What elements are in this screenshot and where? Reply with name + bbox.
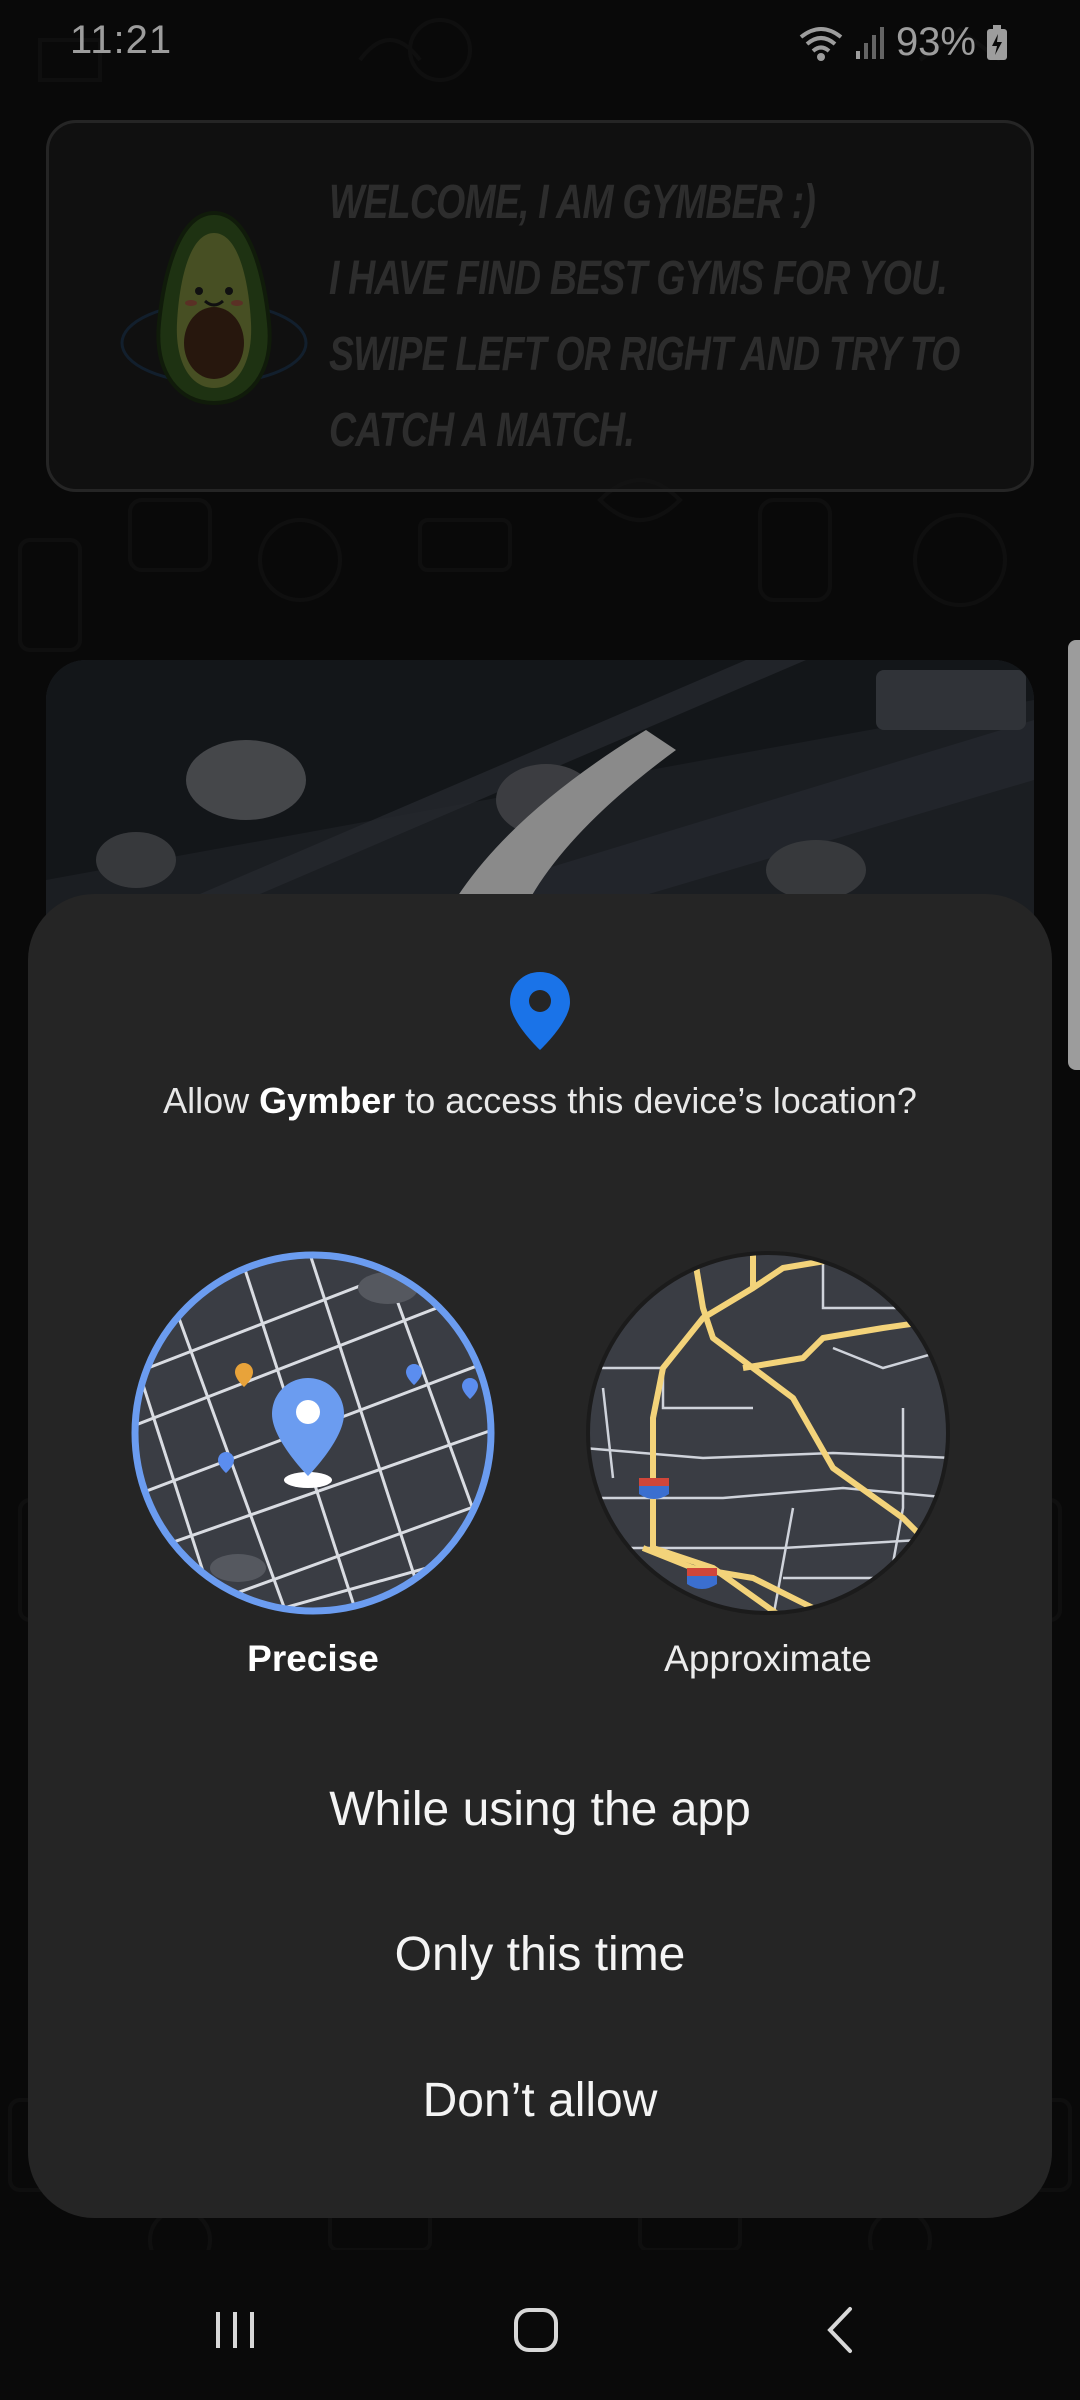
while-using-app-button[interactable]: While using the app xyxy=(28,1760,1052,1860)
recents-icon xyxy=(216,2312,254,2348)
recents-button[interactable] xyxy=(195,2290,275,2370)
dont-allow-button[interactable]: Don’t allow xyxy=(28,2051,1052,2151)
only-this-time-button[interactable]: Only this time xyxy=(28,1905,1052,2005)
approximate-option[interactable]: Approximate xyxy=(583,1248,953,1680)
navigation-bar xyxy=(0,2250,1080,2400)
title-suffix: to access this device’s location? xyxy=(395,1080,917,1121)
approximate-label: Approximate xyxy=(664,1638,872,1679)
home-button[interactable] xyxy=(496,2290,576,2370)
home-icon xyxy=(514,2308,558,2352)
back-icon xyxy=(827,2307,852,2353)
precise-label: Precise xyxy=(247,1638,379,1679)
location-permission-dialog: Allow Gymber to access this device’s loc… xyxy=(28,894,1052,2218)
precise-option[interactable]: Precise xyxy=(128,1248,498,1680)
title-prefix: Allow xyxy=(163,1080,260,1121)
precise-map-icon xyxy=(131,1251,495,1615)
location-pin-icon xyxy=(510,972,570,1050)
screen: 11:21 93% WELCOME, I AM GYMBER:) I HAVE… xyxy=(0,0,1080,2400)
app-name: Gymber xyxy=(259,1080,396,1121)
approximate-map-icon xyxy=(586,1251,950,1615)
back-button[interactable] xyxy=(800,2290,880,2370)
dialog-title: Allow Gymber to access this device’s loc… xyxy=(28,1080,1052,1122)
